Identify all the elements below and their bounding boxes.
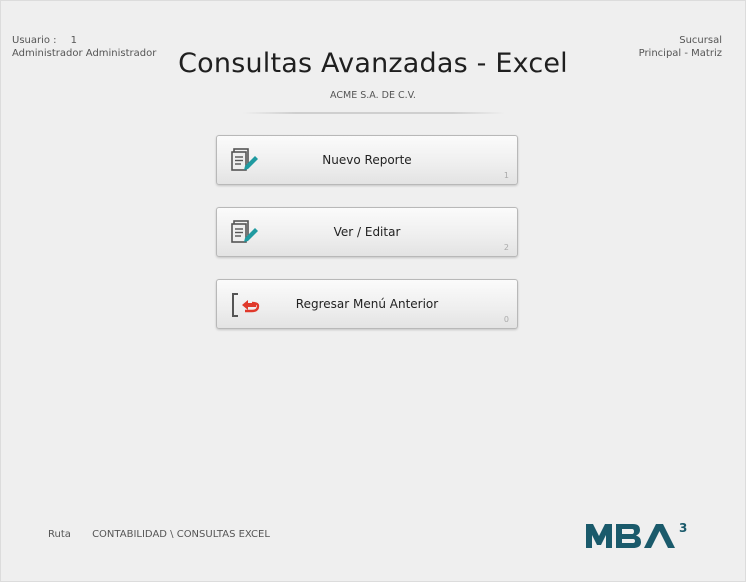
logo-superscript: 3 [679, 521, 687, 535]
title-divider [243, 112, 505, 114]
breadcrumb-label: Ruta [48, 529, 71, 540]
breadcrumb-path: CONTABILIDAD \ CONSULTAS EXCEL [92, 529, 270, 540]
view-edit-button[interactable]: Ver / Editar 2 [216, 207, 518, 257]
shortcut-key: 0 [503, 315, 509, 324]
user-number: 1 [70, 35, 77, 46]
shortcut-key: 1 [503, 171, 509, 180]
new-report-label: Nuevo Reporte [322, 153, 412, 167]
back-menu-label: Regresar Menú Anterior [295, 297, 439, 311]
mba3-logo: 3 [586, 521, 687, 548]
company-name: ACME S.A. DE C.V. [330, 90, 416, 101]
branch-label: Sucursal [679, 35, 722, 46]
new-report-button[interactable]: Nuevo Reporte 1 [216, 135, 518, 185]
user-label: Usuario : [12, 35, 57, 46]
view-edit-label: Ver / Editar [333, 225, 401, 239]
back-menu-button[interactable]: Regresar Menú Anterior 0 [216, 279, 518, 329]
page-title: Consultas Avanzadas - Excel [178, 48, 568, 79]
shortcut-key: 2 [503, 243, 509, 252]
breadcrumb: Ruta CONTABILIDAD \ CONSULTAS EXCEL [48, 529, 270, 540]
